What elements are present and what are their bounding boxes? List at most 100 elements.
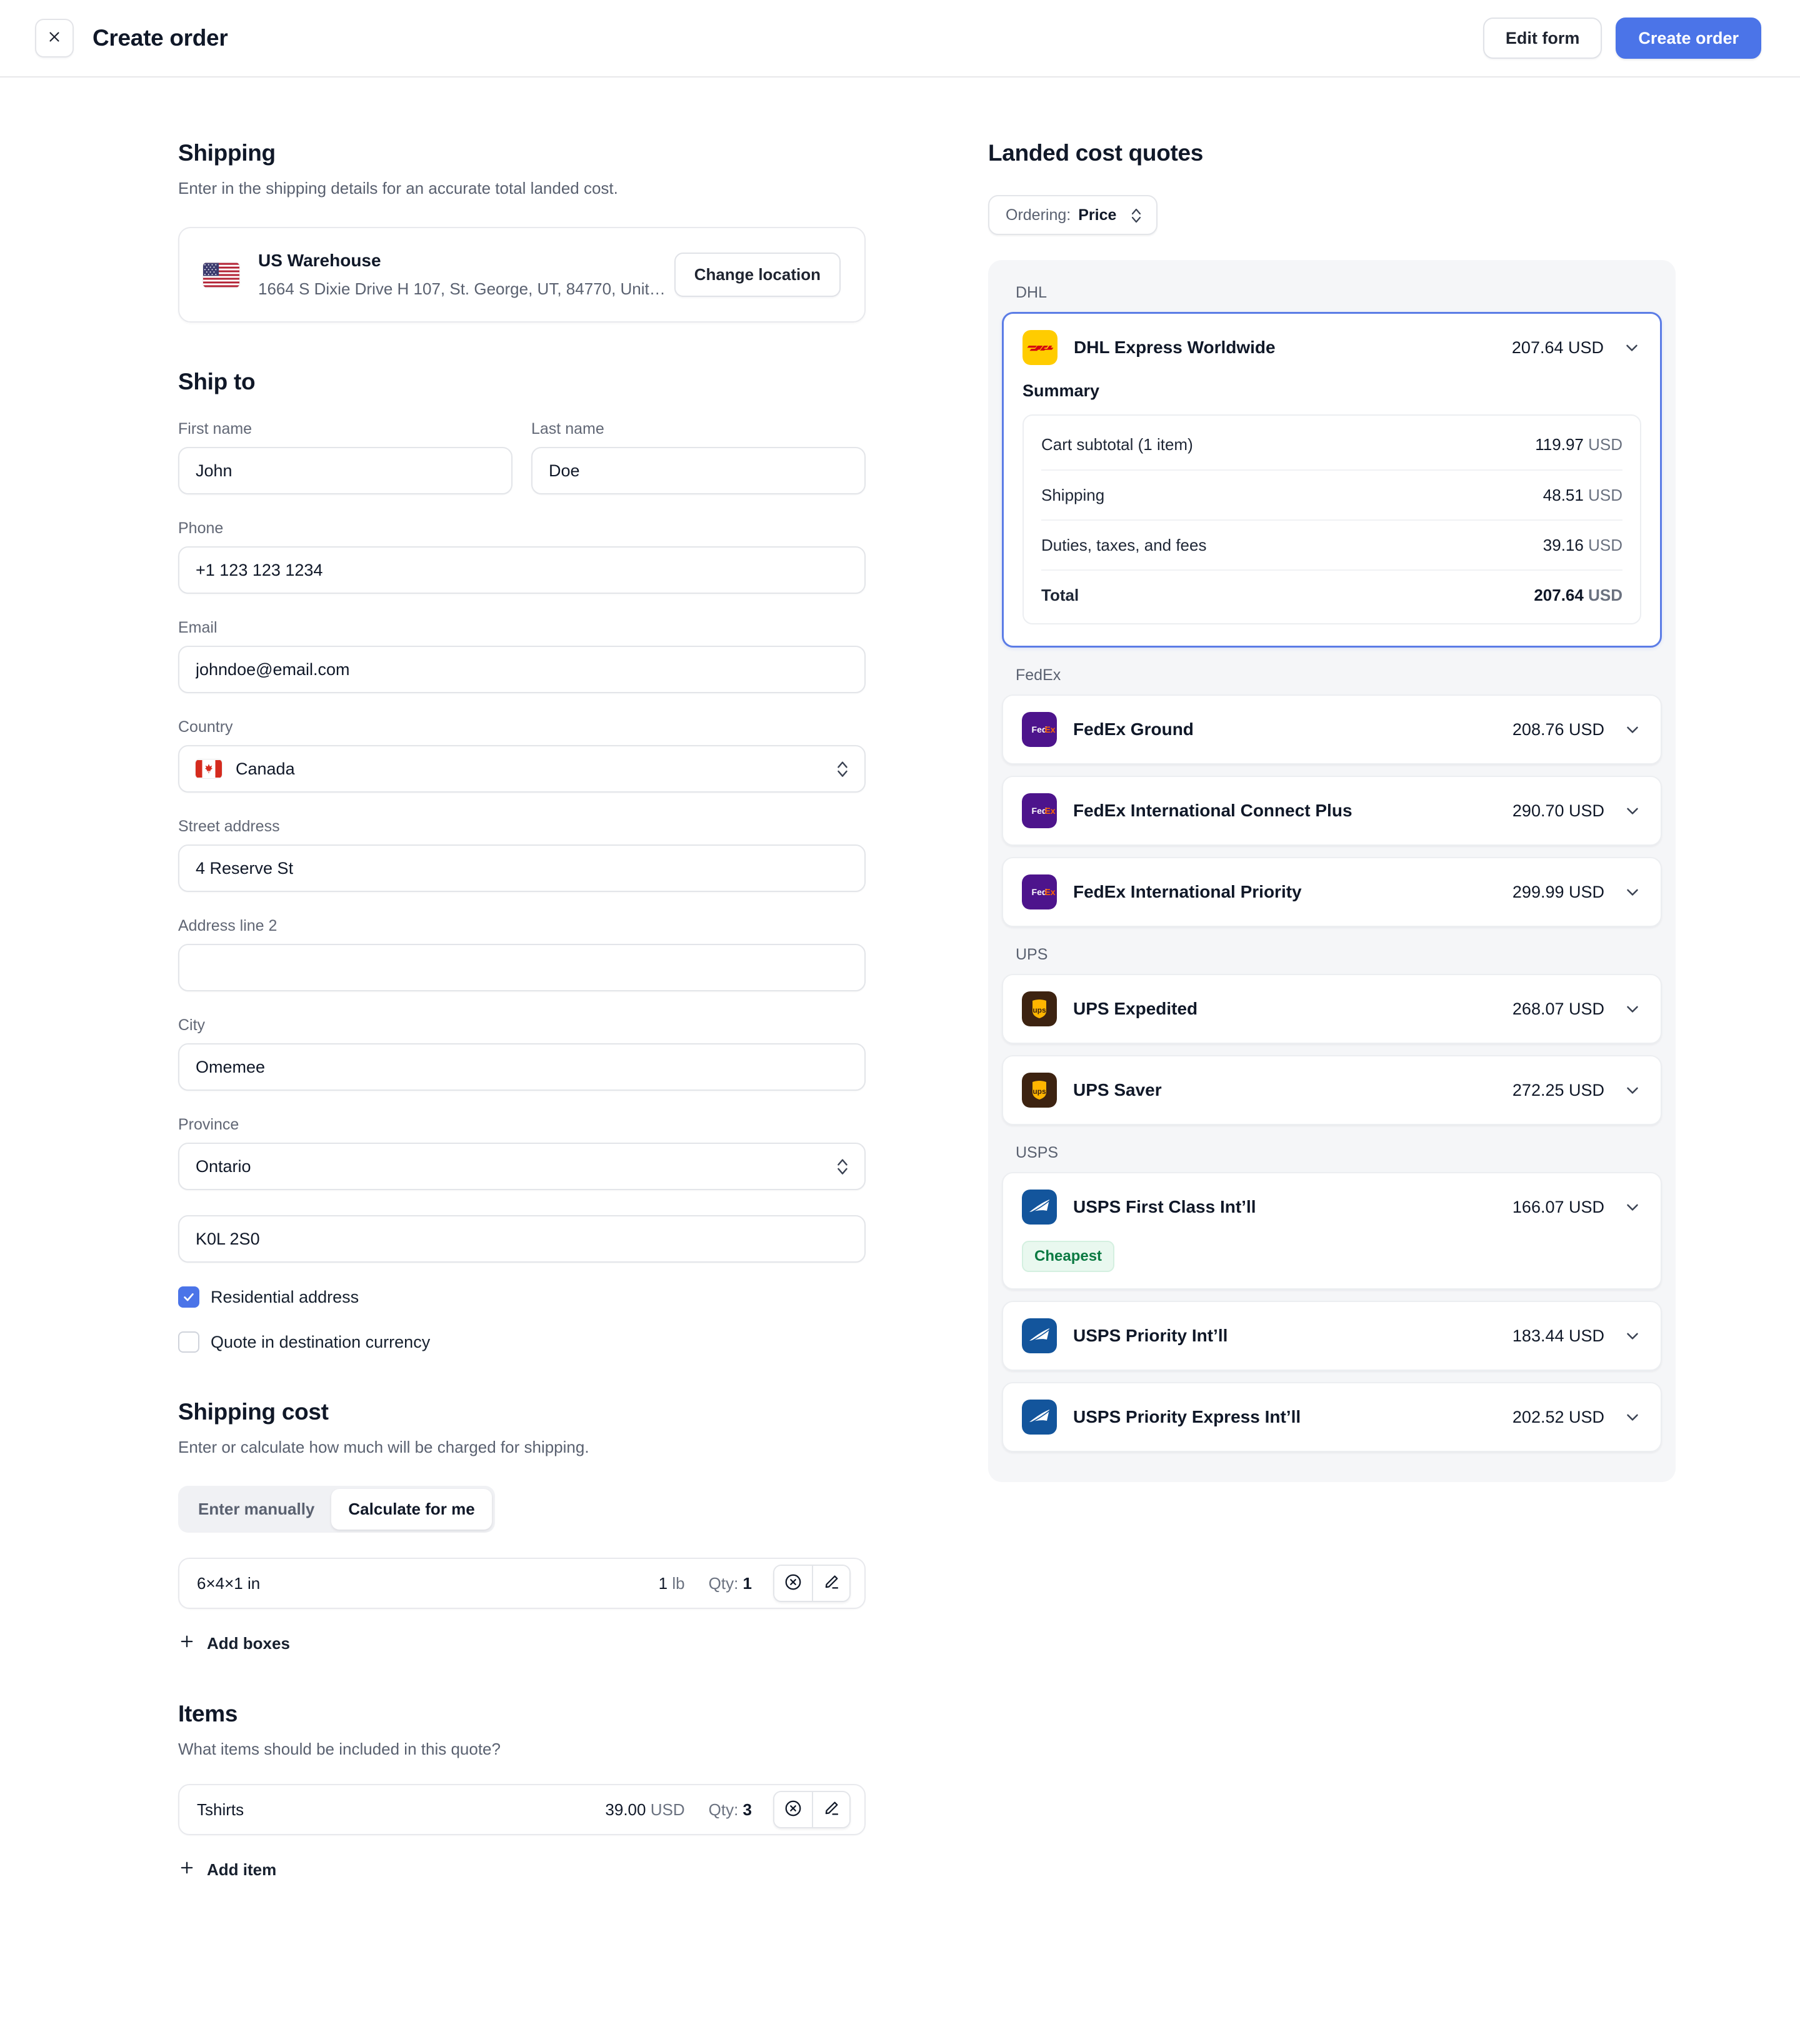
last-name-input[interactable] [531,447,866,494]
edit-form-button[interactable]: Edit form [1482,18,1602,59]
city-label: City [178,1016,206,1034]
fedex-logo-icon: Fed Ex [1022,793,1057,828]
us-flag-icon [203,263,239,288]
chevron-down-icon[interactable] [1623,1408,1642,1426]
rate-header[interactable]: Fed Ex FedEx Ground 208.76 USD [1003,696,1661,763]
shipping-cost-tabs: Enter manually Calculate for me [178,1486,495,1533]
remove-item-button[interactable] [774,1792,812,1827]
residential-address-checkbox[interactable] [178,1286,199,1308]
chevron-down-icon[interactable] [1623,999,1642,1018]
summary-row: Shipping 48.51 USD [1041,469,1622,519]
chevron-down-icon[interactable] [1622,338,1641,357]
add-boxes-button[interactable]: Add boxes [178,1633,290,1655]
street-address-input[interactable] [178,844,866,892]
tab-enter-manually[interactable]: Enter manually [181,1489,331,1530]
rate-header[interactable]: ups UPS Saver 272.25 USD [1003,1056,1661,1124]
rate-card-usps-first-class[interactable]: USPS First Class Int’ll 166.07 USD Cheap… [1002,1172,1662,1290]
rate-card-ups-expedited[interactable]: ups UPS Expedited 268.07 USD [1002,974,1662,1044]
last-name-field-group: Last name [531,420,866,494]
province-label: Province [178,1116,239,1133]
quotes-column: Landed cost quotes Ordering: Price DHL D… [988,78,1676,1881]
create-order-button[interactable]: Create order [1616,18,1761,59]
destination-currency-checkbox[interactable] [178,1331,199,1353]
rate-header[interactable]: USPS Priority Int’ll 183.44 USD [1003,1302,1661,1370]
residential-address-checkbox-row[interactable]: Residential address [178,1286,866,1308]
street-field-group: Street address [178,818,866,892]
street-address-label: Street address [178,818,280,835]
page-content: Shipping Enter in the shipping details f… [0,78,1800,1956]
postal-code-input[interactable] [178,1215,866,1263]
ordering-label: Ordering: [1006,206,1071,224]
rate-header[interactable]: Fed Ex FedEx International Connect Plus … [1003,777,1661,844]
box-row: 6×4×1 in 1 lb Qty: 1 [178,1558,866,1609]
phone-input[interactable] [178,546,866,594]
usps-logo-icon [1022,1400,1057,1435]
add-item-button[interactable]: Add item [178,1859,276,1881]
pencil-icon [822,1573,841,1595]
residential-address-label: Residential address [211,1287,359,1306]
destination-currency-checkbox-row[interactable]: Quote in destination currency [178,1331,866,1353]
summary-row-value: 119.97 USD [1535,434,1622,454]
chevron-down-icon[interactable] [1623,1326,1642,1345]
svg-text:ups: ups [1032,1006,1046,1014]
close-button[interactable] [35,19,74,58]
summary-row: Cart subtotal (1 item) 119.97 USD [1041,419,1622,469]
rate-card-ups-saver[interactable]: ups UPS Saver 272.25 USD [1002,1055,1662,1125]
first-name-field-group: First name [178,420,512,494]
items-subtitle: What items should be included in this qu… [178,1740,501,1758]
chevron-down-icon[interactable] [1623,1198,1642,1216]
rate-card-fedex-international-connect-plus[interactable]: Fed Ex FedEx International Connect Plus … [1002,776,1662,846]
close-icon [46,29,62,48]
warehouse-text: US Warehouse 1664 S Dixie Drive H 107, S… [258,251,674,299]
ups-logo-icon: ups [1022,1073,1057,1108]
edit-box-button[interactable] [812,1566,849,1601]
add-item-label: Add item [207,1860,277,1879]
shipping-subtitle: Enter in the shipping details for an acc… [178,179,618,198]
address-line-2-input[interactable] [178,944,866,991]
rate-card-usps-priority-express[interactable]: USPS Priority Express Int’ll 202.52 USD [1002,1382,1662,1452]
items-heading: Items [178,1701,238,1726]
rate-card-fedex-international-priority[interactable]: Fed Ex FedEx International Priority 299.… [1002,857,1662,927]
rate-card-fedex-ground[interactable]: Fed Ex FedEx Ground 208.76 USD [1002,694,1662,764]
ca-flag-icon [196,759,222,778]
rate-header[interactable]: DHL Express Worldwide 207.64 USD [1004,314,1660,381]
ordering-select[interactable]: Ordering: Price [988,195,1158,235]
remove-box-button[interactable] [774,1566,812,1601]
rate-name: DHL Express Worldwide [1074,338,1276,357]
rate-header[interactable]: USPS Priority Express Int’ll 202.52 USD [1003,1383,1661,1451]
add-boxes-label: Add boxes [207,1634,290,1653]
svg-text:Ex: Ex [1044,887,1055,897]
city-input[interactable] [178,1043,866,1091]
rate-price: 183.44 USD [1512,1326,1604,1345]
chevron-down-icon[interactable] [1623,720,1642,739]
box-dimensions: 6×4×1 in [197,1573,261,1593]
edit-item-button[interactable] [812,1792,849,1827]
country-select[interactable]: Canada [178,745,866,793]
chevron-down-icon[interactable] [1623,1081,1642,1100]
rate-card-usps-priority[interactable]: USPS Priority Int’ll 183.44 USD [1002,1301,1662,1371]
rate-header[interactable]: ups UPS Expedited 268.07 USD [1003,975,1661,1043]
summary-title: Summary [1022,381,1100,400]
summary-table: Cart subtotal (1 item) 119.97 USD Shippi… [1022,414,1641,624]
rate-name: FedEx International Connect Plus [1073,801,1352,820]
tab-calculate-for-me[interactable]: Calculate for me [331,1489,492,1530]
city-field-group: City [178,1016,866,1091]
chevron-down-icon[interactable] [1623,883,1642,901]
summary-row-label: Total [1041,585,1079,604]
svg-text:Ex: Ex [1044,724,1055,734]
dhl-logo-icon [1022,330,1058,365]
name-fields-row: First name Last name [178,420,866,494]
email-label: Email [178,619,218,636]
email-input[interactable] [178,646,866,693]
summary-row-total: Total 207.64 USD [1041,569,1622,619]
warehouse-card: US Warehouse 1664 S Dixie Drive H 107, S… [178,227,866,323]
rate-name: USPS Priority Int’ll [1073,1326,1228,1345]
rate-header[interactable]: Fed Ex FedEx International Priority 299.… [1003,858,1661,926]
rate-header[interactable]: USPS First Class Int’ll 166.07 USD [1003,1173,1661,1241]
change-location-button[interactable]: Change location [674,253,841,297]
province-select[interactable]: Ontario [178,1143,866,1190]
rate-card-dhl-express-worldwide[interactable]: DHL Express Worldwide 207.64 USD Summary… [1002,312,1662,648]
carrier-group-label-usps: USPS [1016,1144,1059,1161]
chevron-down-icon[interactable] [1623,801,1642,820]
first-name-input[interactable] [178,447,512,494]
